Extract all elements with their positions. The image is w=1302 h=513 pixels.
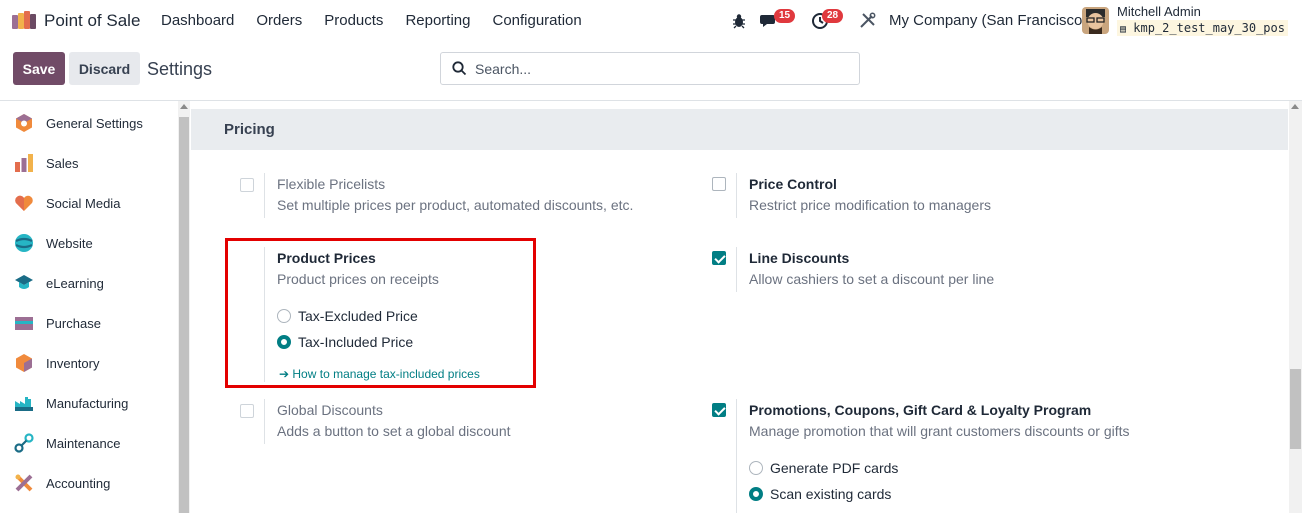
sidebar-item-social-media[interactable]: Social Media [0, 183, 177, 223]
breadcrumb: Settings [147, 59, 213, 79]
scan-existing-cards-radio[interactable] [749, 487, 763, 501]
setting-divider [736, 399, 737, 513]
user-avatar[interactable] [1082, 7, 1109, 34]
main-scrollbar[interactable] [1289, 101, 1302, 513]
menu-dashboard[interactable]: Dashboard [161, 12, 234, 29]
setting-divider [736, 247, 737, 292]
main-menu: Dashboard Orders Products Reporting Conf… [161, 12, 604, 29]
top-navbar: Point of Sale Dashboard Orders Products … [0, 0, 1302, 42]
inventory-icon [16, 354, 32, 372]
price-control-desc: Restrict price modification to managers [749, 197, 991, 213]
bug-icon[interactable] [732, 13, 746, 29]
menu-configuration[interactable]: Configuration [492, 12, 581, 29]
price-control-title: Price Control [749, 176, 837, 192]
social-media-icon [15, 195, 33, 211]
search-icon [452, 61, 467, 76]
global-discounts-checkbox[interactable] [240, 404, 254, 418]
sidebar-item-label: Accounting [46, 476, 111, 491]
promotions-desc: Manage promotion that will grant custome… [749, 423, 1130, 439]
sidebar-item-sales[interactable]: Sales [0, 143, 177, 183]
tools-icon[interactable] [859, 12, 876, 29]
company-switcher[interactable]: My Company (San Francisco) [889, 12, 1087, 29]
line-discounts-title: Line Discounts [749, 250, 850, 266]
flexible-pricelists-desc: Set multiple prices per product, automat… [277, 197, 634, 213]
sidebar-item-label: Maintenance [46, 436, 121, 451]
discard-button[interactable]: Discard [69, 52, 140, 85]
database-icon: ▤ [1120, 24, 1127, 35]
setting-divider [264, 399, 265, 444]
price-control-checkbox[interactable] [712, 177, 726, 191]
pos-app-icon[interactable] [12, 11, 36, 31]
sidebar-item-inventory[interactable]: Inventory [0, 343, 177, 383]
app-name[interactable]: Point of Sale [44, 11, 140, 31]
menu-orders[interactable]: Orders [256, 12, 302, 29]
search-input[interactable] [475, 60, 835, 77]
setting-divider [264, 173, 265, 218]
save-button[interactable]: Save [13, 52, 65, 85]
sidebar-item-manufacturing[interactable]: Manufacturing [0, 383, 177, 423]
scrollbar-thumb[interactable] [179, 117, 189, 513]
sidebar-item-elearning[interactable]: eLearning [0, 263, 177, 303]
sidebar-item-label: eLearning [46, 276, 104, 291]
highlight-box [225, 238, 536, 388]
sidebar-item-maintenance[interactable]: Maintenance [0, 423, 177, 463]
scroll-up-arrow-icon[interactable] [1291, 104, 1299, 109]
global-discounts-title: Global Discounts [277, 402, 383, 418]
generate-pdf-cards-label[interactable]: Generate PDF cards [770, 460, 898, 476]
menu-products[interactable]: Products [324, 12, 383, 29]
messages-badge: 15 [774, 9, 796, 23]
promotions-checkbox[interactable] [712, 403, 726, 417]
sidebar-item-website[interactable]: Website [0, 223, 177, 263]
line-discounts-checkbox[interactable] [712, 251, 726, 265]
global-discounts-desc: Adds a button to set a global discount [277, 423, 511, 439]
elearning-icon [15, 275, 33, 289]
scan-existing-cards-label[interactable]: Scan existing cards [770, 486, 891, 502]
sales-icon [15, 154, 33, 172]
setting-divider [736, 173, 737, 218]
search-bar[interactable] [440, 52, 860, 85]
settings-sidebar: General Settings Sales Social Media Webs… [0, 101, 177, 513]
sidebar-item-purchase[interactable]: Purchase [0, 303, 177, 343]
section-header-pricing: Pricing [191, 109, 1288, 150]
scroll-up-arrow-icon[interactable] [180, 104, 188, 109]
purchase-icon [15, 317, 33, 330]
manufacturing-icon [15, 397, 33, 411]
promotions-title: Promotions, Coupons, Gift Card & Loyalty… [749, 402, 1092, 418]
sidebar-item-label: Purchase [46, 316, 101, 331]
maintenance-icon [14, 433, 34, 453]
sidebar-item-label: Website [46, 236, 93, 251]
sidebar-item-label: Manufacturing [46, 396, 129, 411]
sidebar-item-label: Sales [46, 156, 79, 171]
sidebar-item-label: Inventory [46, 356, 100, 371]
flexible-pricelists-checkbox[interactable] [240, 178, 254, 192]
flexible-pricelists-title: Flexible Pricelists [277, 176, 386, 192]
accounting-icon [15, 474, 33, 492]
menu-reporting[interactable]: Reporting [405, 12, 470, 29]
scrollbar-thumb[interactable] [1290, 369, 1301, 449]
database-name-label: kmp_2_test_may_30_pos [1133, 21, 1285, 35]
sidebar-item-accounting[interactable]: Accounting [0, 463, 177, 503]
sidebar-item-label: General Settings [46, 116, 143, 131]
user-name[interactable]: Mitchell Admin [1117, 4, 1201, 19]
sidebar-scrollbar[interactable] [178, 101, 190, 513]
sidebar-item-general-settings[interactable]: General Settings [0, 103, 177, 143]
line-discounts-desc: Allow cashiers to set a discount per lin… [749, 271, 995, 287]
section-title: Pricing [224, 121, 275, 138]
general-settings-icon [16, 114, 32, 132]
website-icon [15, 234, 33, 252]
database-name: ▤ kmp_2_test_may_30_pos [1117, 20, 1288, 36]
activities-badge: 28 [822, 9, 844, 23]
sidebar-item-label: Social Media [46, 196, 121, 211]
generate-pdf-cards-radio[interactable] [749, 461, 763, 475]
